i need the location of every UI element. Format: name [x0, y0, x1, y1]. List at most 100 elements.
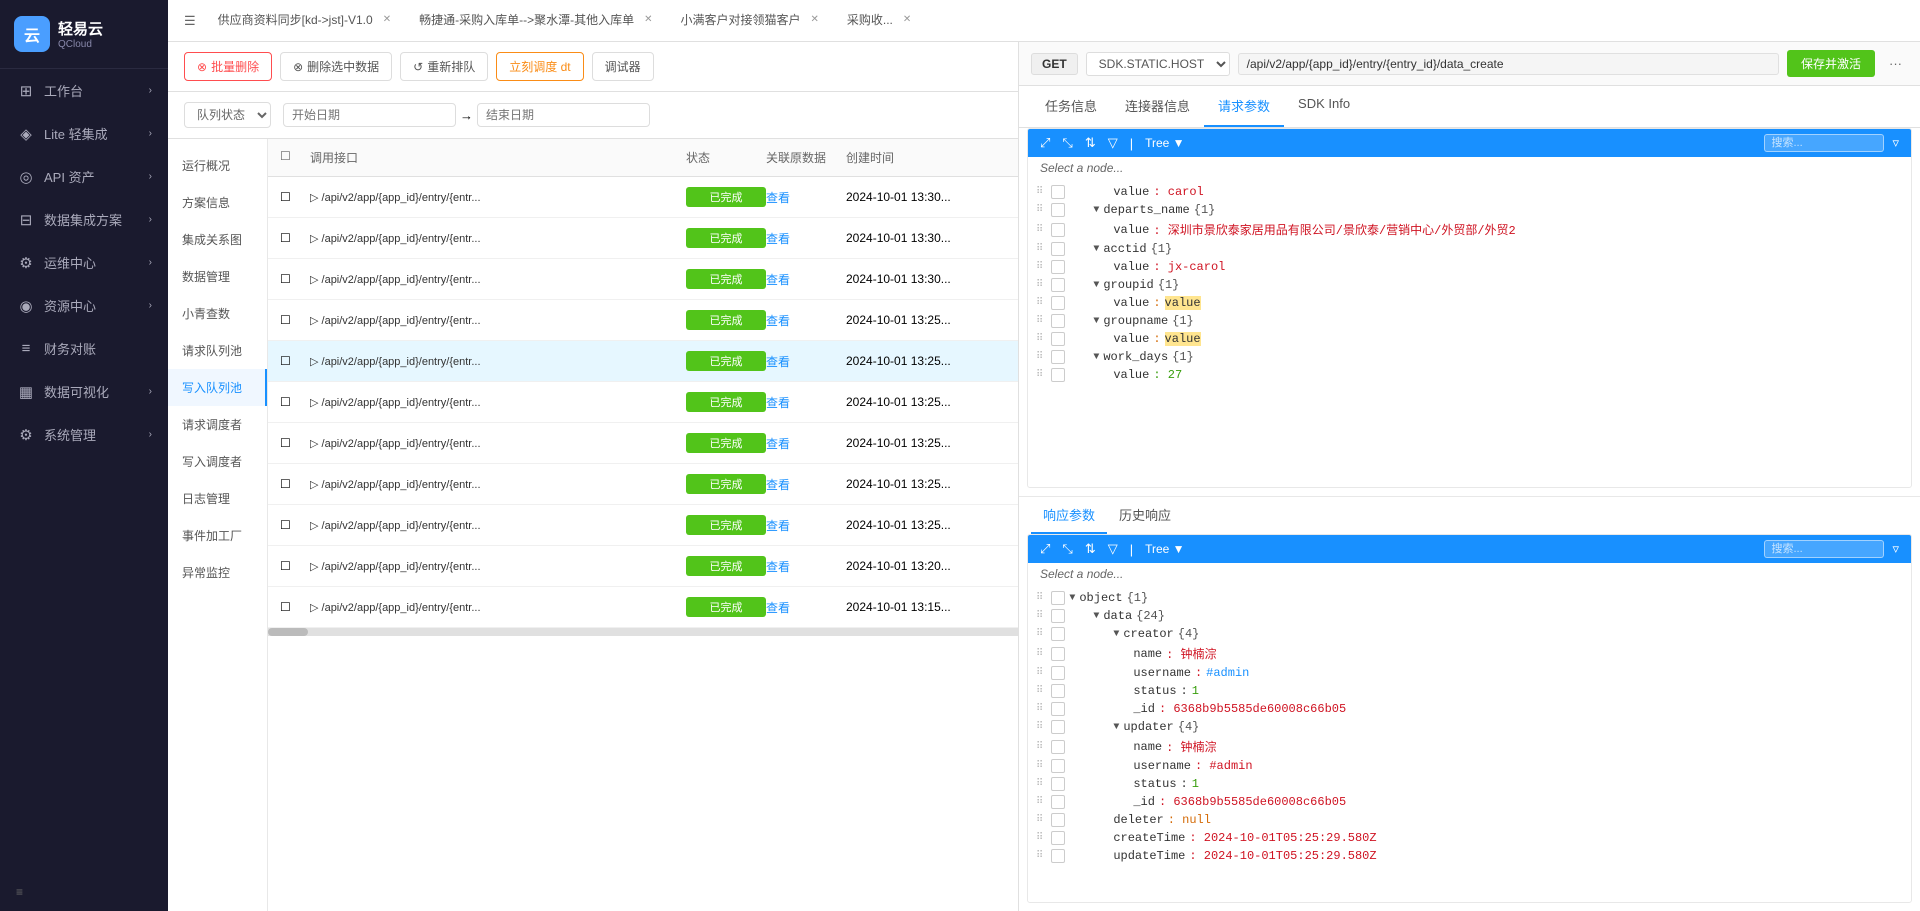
sidebar-item-request-queue[interactable]: 请求队列池 — [168, 332, 267, 369]
re-queue-button[interactable]: ↺ 重新排队 — [400, 52, 488, 81]
tab-close-icon[interactable]: ✕ — [644, 14, 652, 25]
row-view-link[interactable]: 查看 — [766, 517, 846, 534]
row-view-link[interactable]: 查看 — [766, 189, 846, 206]
tree-checkbox[interactable] — [1051, 223, 1065, 237]
row-checkbox[interactable]: ☐ — [280, 313, 310, 327]
row-checkbox[interactable]: ☐ — [280, 354, 310, 368]
sidebar-item-sysadmin[interactable]: ⚙ 系统管理 › — [0, 413, 168, 456]
tree-checkbox[interactable] — [1051, 759, 1065, 773]
sidebar-item-workbench[interactable]: ⊞ 工作台 › — [0, 69, 168, 112]
end-date-input[interactable] — [477, 103, 650, 127]
delete-selected-button[interactable]: ⊗ 删除选中数据 — [280, 52, 392, 81]
tree-checkbox[interactable] — [1051, 185, 1065, 199]
sidebar-item-anomaly-monitor[interactable]: 异常监控 — [168, 554, 267, 591]
batch-delete-button[interactable]: ⊗ 批量删除 — [184, 52, 272, 81]
tree-checkbox[interactable] — [1051, 777, 1065, 791]
tab-response-params[interactable]: 响应参数 — [1031, 497, 1107, 534]
tree-checkbox[interactable] — [1051, 368, 1065, 382]
tree-expand-icon[interactable]: ▼ — [1093, 352, 1099, 363]
queue-status-select[interactable]: 队列状态 — [184, 102, 271, 128]
tab-close-icon[interactable]: ✕ — [383, 14, 391, 25]
tab-sdk-info[interactable]: SDK Info — [1284, 86, 1364, 127]
row-checkbox[interactable]: ☐ — [280, 395, 310, 409]
tree-expand-icon[interactable]: ▼ — [1093, 611, 1099, 622]
tree-expand-icon[interactable]: ▼ — [1093, 280, 1099, 291]
tree-checkbox[interactable] — [1051, 795, 1065, 809]
tree-checkbox[interactable] — [1051, 296, 1065, 310]
sidebar-item-dataviz[interactable]: ▦ 数据可视化 › — [0, 370, 168, 413]
tree-checkbox[interactable] — [1051, 666, 1065, 680]
filter-icon[interactable]: ▽ — [1104, 133, 1122, 153]
row-checkbox[interactable]: ☐ — [280, 559, 310, 573]
tree-checkbox[interactable] — [1051, 203, 1065, 217]
collapse-icon[interactable]: ⤡ — [1058, 133, 1076, 153]
tree-expand-icon[interactable]: ▼ — [1093, 205, 1099, 216]
search-options-icon[interactable]: ▿ — [1888, 539, 1903, 559]
row-checkbox[interactable]: ☐ — [280, 477, 310, 491]
sidebar-item-request-scheduler[interactable]: 请求调度者 — [168, 406, 267, 443]
tree-checkbox[interactable] — [1051, 591, 1065, 605]
sidebar-item-log-management[interactable]: 日志管理 — [168, 480, 267, 517]
sidebar-footer[interactable]: ≡ — [0, 873, 168, 911]
row-checkbox[interactable]: ☐ — [280, 436, 310, 450]
response-tree-search-input[interactable] — [1764, 540, 1884, 558]
tree-checkbox[interactable] — [1051, 647, 1065, 661]
sidebar-item-xiaoqing[interactable]: 小青查数 — [168, 295, 267, 332]
tree-checkbox[interactable] — [1051, 702, 1065, 716]
sidebar-item-finance[interactable]: ≡ 财务对账 — [0, 327, 168, 370]
tabs-menu-icon[interactable]: ☰ — [176, 13, 204, 29]
sidebar-item-plan-info[interactable]: 方案信息 — [168, 184, 267, 221]
response-tree-node-selector[interactable]: Select a node... — [1028, 563, 1911, 585]
row-checkbox[interactable]: ☐ — [280, 190, 310, 204]
tab-close-icon[interactable]: ✕ — [903, 14, 911, 25]
tree-checkbox[interactable] — [1051, 609, 1065, 623]
host-select[interactable]: SDK.STATIC.HOST — [1086, 52, 1230, 76]
tab-request-params[interactable]: 请求参数 — [1204, 86, 1284, 127]
tab-close-icon[interactable]: ✕ — [810, 14, 818, 25]
sidebar-item-write-scheduler[interactable]: 写入调度者 — [168, 443, 267, 480]
more-options-icon[interactable]: ··· — [1883, 52, 1908, 75]
tree-expand-icon[interactable]: ▼ — [1069, 593, 1075, 604]
tree-checkbox[interactable] — [1051, 740, 1065, 754]
tree-checkbox[interactable] — [1051, 242, 1065, 256]
sort-icon[interactable]: ⇅ — [1081, 133, 1100, 153]
tab-xiaoman[interactable]: 小满客户对接领猫客户 ✕ — [666, 1, 832, 40]
sidebar-item-data-management[interactable]: 数据管理 — [168, 258, 267, 295]
sidebar-item-api[interactable]: ◎ API 资产 › — [0, 155, 168, 198]
sidebar-item-data-integration[interactable]: ⊟ 数据集成方案 › — [0, 198, 168, 241]
tree-expand-icon[interactable]: ▼ — [1113, 629, 1119, 640]
row-view-link[interactable]: 查看 — [766, 394, 846, 411]
expand-icon[interactable]: ⤢ — [1036, 539, 1054, 559]
tree-checkbox[interactable] — [1051, 720, 1065, 734]
tree-checkbox[interactable] — [1051, 684, 1065, 698]
tree-expand-icon[interactable]: ▼ — [1093, 316, 1099, 327]
row-view-link[interactable]: 查看 — [766, 353, 846, 370]
sidebar-item-integration-map[interactable]: 集成关系图 — [168, 221, 267, 258]
expand-icon[interactable]: ⤢ — [1036, 133, 1054, 153]
tree-checkbox[interactable] — [1051, 332, 1065, 346]
tree-checkbox[interactable] — [1051, 849, 1065, 863]
tree-checkbox[interactable] — [1051, 813, 1065, 827]
tree-checkbox[interactable] — [1051, 278, 1065, 292]
tree-checkbox[interactable] — [1051, 314, 1065, 328]
horizontal-scrollbar[interactable] — [268, 628, 1018, 636]
row-view-link[interactable]: 查看 — [766, 230, 846, 247]
row-view-link[interactable]: 查看 — [766, 558, 846, 575]
tab-history-response[interactable]: 历史响应 — [1107, 497, 1183, 534]
tab-changjie[interactable]: 畅捷通-采购入库单-->聚水潭-其他入库单 ✕ — [405, 1, 666, 40]
table-row-active[interactable]: ☐ ▷ /api/v2/app/{app_id}/entry/{entr... … — [268, 341, 1018, 382]
tree-node-selector[interactable]: Select a node... — [1028, 157, 1911, 179]
tree-search-input[interactable] — [1764, 134, 1884, 152]
row-checkbox[interactable]: ☐ — [280, 272, 310, 286]
sidebar-item-overview[interactable]: 运行概况 — [168, 147, 267, 184]
filter-icon[interactable]: ▽ — [1104, 539, 1122, 559]
row-view-link[interactable]: 查看 — [766, 271, 846, 288]
tree-expand-icon[interactable]: ▼ — [1113, 722, 1119, 733]
tree-checkbox[interactable] — [1051, 831, 1065, 845]
row-view-link[interactable]: 查看 — [766, 599, 846, 616]
sidebar-item-resources[interactable]: ◉ 资源中心 › — [0, 284, 168, 327]
sidebar-item-write-queue[interactable]: 写入队列池 — [168, 369, 267, 406]
search-options-icon[interactable]: ▿ — [1888, 133, 1903, 153]
sort-icon[interactable]: ⇅ — [1081, 539, 1100, 559]
save-activate-button[interactable]: 保存并激活 — [1787, 50, 1875, 77]
